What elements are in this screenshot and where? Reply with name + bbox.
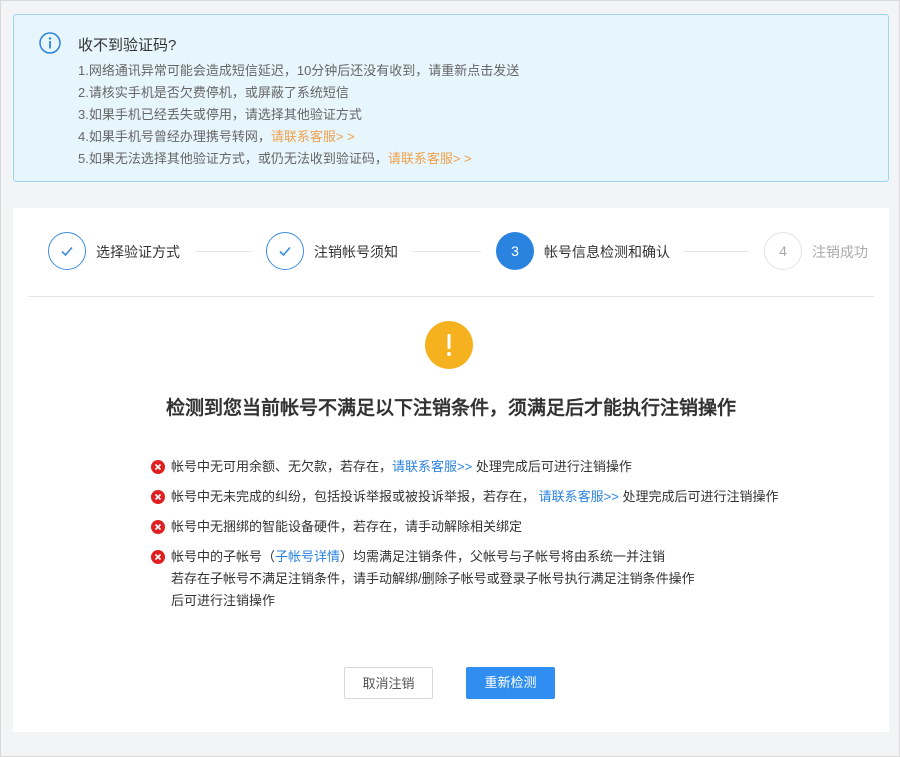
contact-support-link[interactable]: 请联系客服> >: [388, 151, 472, 166]
step-connector: [195, 251, 251, 252]
step-4-number: 4: [764, 232, 802, 270]
progress-steps: 选择验证方式 注销帐号须知 3 帐号信息检测和确认 4 注销成功: [13, 208, 889, 296]
condition-list: 帐号中无可用余额、无欠款，若存在，请联系客服>> 处理完成后可进行注销操作 帐号…: [151, 456, 791, 612]
error-icon: [151, 550, 165, 564]
condition-item: 帐号中无未完成的纠纷，包括投诉举报或被投诉举报，若存在， 请联系客服>> 处理完…: [151, 486, 791, 508]
step-3-label: 帐号信息检测和确认: [544, 244, 670, 260]
step-connector: [413, 251, 481, 252]
condition-item: 帐号中无捆绑的智能设备硬件，若存在，请手动解除相关绑定: [151, 516, 791, 538]
contact-support-link[interactable]: 请联系客服>>: [392, 459, 472, 474]
steps-divider: [28, 296, 874, 297]
notice-line-5: 5.如果无法选择其他验证方式，或仍无法收到验证码，请联系客服> >: [78, 151, 472, 166]
warning-icon: [425, 321, 473, 369]
sub-account-details-link[interactable]: 子帐号详情: [275, 549, 340, 564]
sms-help-notice: 收不到验证码? 1.网络通讯异常可能会造成短信延迟，10分钟后还没有收到，请重新…: [13, 14, 889, 182]
error-icon: [151, 490, 165, 504]
info-icon: [39, 32, 61, 54]
condition-item: 帐号中无可用余额、无欠款，若存在，请联系客服>> 处理完成后可进行注销操作: [151, 456, 791, 478]
contact-support-link[interactable]: 请联系客服>>: [539, 489, 619, 504]
condition-item: 帐号中的子帐号（子帐号详情）均需满足注销条件，父帐号与子帐号将由系统一并注销 若…: [151, 546, 791, 612]
recheck-button[interactable]: 重新检测: [466, 667, 555, 699]
check-result-headline: 检测到您当前帐号不满足以下注销条件，须满足后才能执行注销操作: [165, 398, 736, 419]
step-2-check-icon: [266, 232, 304, 270]
cancel-deregistration-button[interactable]: 取消注销: [344, 667, 433, 699]
account-check-card: 选择验证方式 注销帐号须知 3 帐号信息检测和确认 4 注销成功 检测到您当前帐…: [13, 208, 889, 732]
step-connector: [683, 251, 749, 252]
step-3-number: 3: [496, 232, 534, 270]
notice-line-3: 3.如果手机已经丢失或停用，请选择其他验证方式: [78, 107, 362, 122]
contact-support-link[interactable]: 请联系客服> >: [271, 129, 355, 144]
notice-line-4: 4.如果手机号曾经办理携号转网，请联系客服> >: [78, 129, 355, 144]
step-4-label: 注销成功: [812, 244, 868, 260]
step-1-label: 选择验证方式: [96, 244, 180, 260]
step-2-label: 注销帐号须知: [314, 244, 398, 260]
step-1-check-icon: [48, 232, 86, 270]
error-icon: [151, 520, 165, 534]
notice-line-1: 1.网络通讯异常可能会造成短信延迟，10分钟后还没有收到，请重新点击发送: [78, 63, 520, 78]
error-icon: [151, 460, 165, 474]
notice-line-2: 2.请核实手机是否欠费停机，或屏蔽了系统短信: [78, 85, 349, 100]
notice-title: 收不到验证码?: [78, 37, 177, 54]
